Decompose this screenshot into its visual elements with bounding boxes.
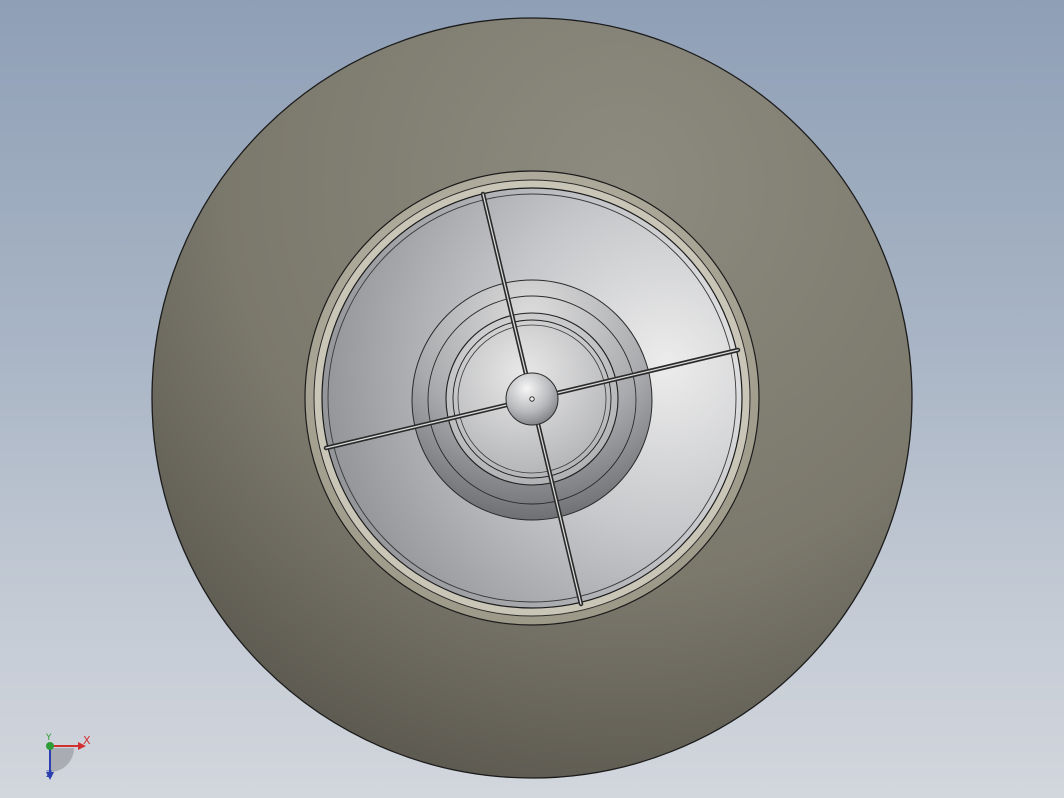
triad-z-label: Z [46, 770, 53, 780]
triad-plane-shading [50, 748, 74, 772]
triad-y-label: Y [46, 733, 52, 743]
orientation-triad[interactable]: X Y Z [36, 728, 106, 788]
graphics-viewport[interactable]: X Y Z [0, 0, 1064, 798]
center-point [529, 396, 535, 402]
triad-x-label: X [83, 734, 91, 747]
part-model[interactable] [0, 0, 1064, 798]
